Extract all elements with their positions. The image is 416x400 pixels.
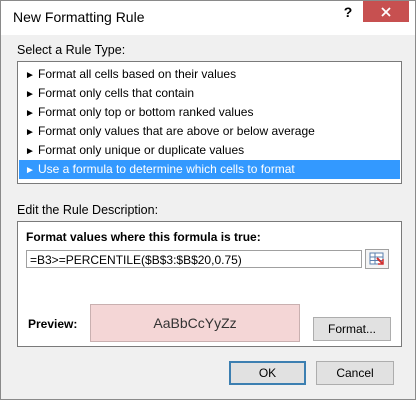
rule-item-label: Format only top or bottom ranked values: [38, 105, 254, 119]
title-bar: New Formatting Rule ?: [1, 1, 415, 35]
rule-item-all-cells[interactable]: ► Format all cells based on their values: [19, 65, 400, 84]
arrow-icon: ►: [25, 127, 35, 138]
dialog-title: New Formatting Rule: [13, 9, 145, 25]
rule-type-label: Select a Rule Type:: [17, 43, 126, 57]
arrow-icon: ►: [25, 146, 35, 157]
close-button[interactable]: [363, 1, 409, 22]
help-button[interactable]: ?: [335, 1, 361, 22]
rule-item-use-formula[interactable]: ► Use a formula to determine which cells …: [19, 160, 400, 179]
format-button[interactable]: Format...: [313, 317, 391, 341]
new-formatting-rule-dialog: New Formatting Rule ? Select a Rule Type…: [0, 0, 416, 400]
rule-item-above-below-average[interactable]: ► Format only values that are above or be…: [19, 122, 400, 141]
collapse-dialog-button[interactable]: [365, 249, 389, 269]
rule-item-label: Format only cells that contain: [38, 86, 195, 100]
rule-type-list: ► Format all cells based on their values …: [17, 61, 402, 184]
arrow-icon: ►: [25, 108, 35, 119]
preview-label: Preview:: [28, 317, 78, 331]
help-icon: ?: [343, 3, 353, 20]
format-preview: AaBbCcYyZz: [90, 304, 300, 342]
rule-item-label: Format all cells based on their values: [38, 67, 237, 81]
rule-item-cells-contain[interactable]: ► Format only cells that contain: [19, 84, 400, 103]
formula-input[interactable]: =B3>=PERCENTILE($B$3:$B$20,0.75): [26, 250, 362, 268]
arrow-icon: ►: [25, 70, 35, 81]
rule-description-panel: Format values where this formula is true…: [17, 221, 402, 347]
rule-item-top-bottom[interactable]: ► Format only top or bottom ranked values: [19, 103, 400, 122]
cancel-button[interactable]: Cancel: [316, 361, 394, 385]
close-icon: [381, 6, 391, 17]
ok-button[interactable]: OK: [229, 361, 306, 385]
range-select-icon: [369, 252, 384, 265]
rule-description-label: Edit the Rule Description:: [17, 203, 159, 217]
rule-item-unique-duplicate[interactable]: ► Format only unique or duplicate values: [19, 141, 400, 160]
rule-item-label: Use a formula to determine which cells t…: [38, 162, 295, 176]
rule-item-label: Format only values that are above or bel…: [38, 124, 315, 138]
arrow-icon: ►: [25, 89, 35, 100]
rule-item-label: Format only unique or duplicate values: [38, 143, 245, 157]
arrow-icon: ►: [25, 165, 35, 176]
formula-label: Format values where this formula is true…: [26, 230, 261, 244]
